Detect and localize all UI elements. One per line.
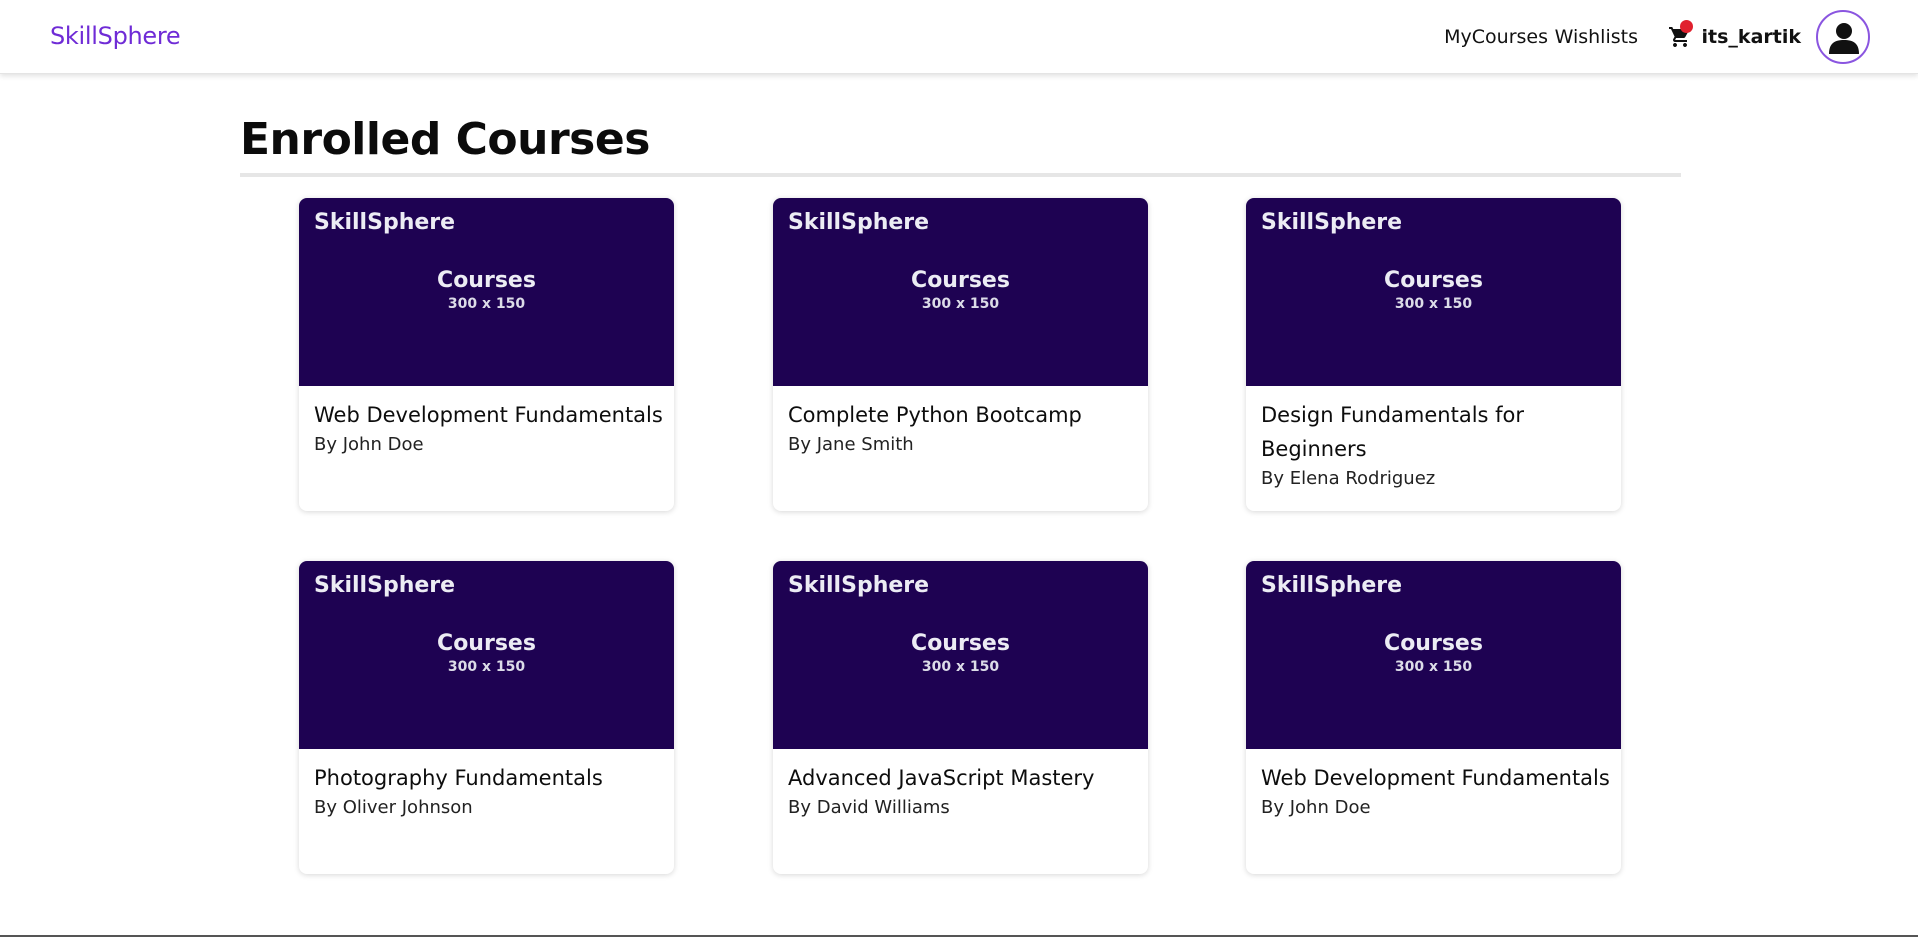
- top-navbar: SkillSphere MyCourses Wishlists its_kart…: [0, 0, 1918, 74]
- thumbnail-size: 300 x 150: [921, 659, 1000, 675]
- avatar-button[interactable]: [1816, 10, 1870, 64]
- thumbnail-size: 300 x 150: [921, 296, 1000, 312]
- thumbnail-brand: SkillSphere: [314, 210, 456, 235]
- thumbnail-size: 300 x 150: [1394, 659, 1473, 675]
- course-card[interactable]: SkillSphere Courses 300 x 150 Photograph…: [299, 561, 674, 874]
- thumbnail-brand: SkillSphere: [1261, 210, 1403, 235]
- thumbnail-label: Courses: [911, 631, 1010, 656]
- course-card[interactable]: SkillSphere Courses 300 x 150 Complete P…: [773, 198, 1148, 511]
- course-title[interactable]: Complete Python Bootcamp: [788, 398, 1138, 432]
- course-thumbnail: SkillSphere Courses 300 x 150: [1246, 561, 1621, 749]
- thumbnail-label: Courses: [911, 268, 1010, 293]
- user-icon: [1829, 23, 1859, 54]
- course-thumbnail: SkillSphere Courses 300 x 150: [299, 561, 674, 749]
- course-card[interactable]: SkillSphere Courses 300 x 150 Advanced J…: [773, 561, 1148, 874]
- thumbnail-label: Courses: [1384, 268, 1483, 293]
- brand-logo[interactable]: SkillSphere: [50, 22, 181, 50]
- course-author: By Oliver Johnson: [314, 797, 473, 818]
- thumbnail-label: Courses: [1384, 631, 1483, 656]
- thumbnail-label: Courses: [437, 268, 536, 293]
- thumbnail-size: 300 x 150: [1394, 296, 1473, 312]
- course-card[interactable]: SkillSphere Courses 300 x 150 Web Develo…: [299, 198, 674, 511]
- course-thumbnail: SkillSphere Courses 300 x 150: [773, 198, 1148, 386]
- thumbnail-size: 300 x 150: [447, 659, 526, 675]
- page-title: Enrolled Courses: [240, 114, 650, 165]
- nav-link-mycourses[interactable]: MyCourses: [1444, 26, 1548, 48]
- thumbnail-brand: SkillSphere: [314, 573, 456, 598]
- thumbnail-brand: SkillSphere: [788, 573, 930, 598]
- thumbnail-brand: SkillSphere: [1261, 573, 1403, 598]
- course-thumbnail: SkillSphere Courses 300 x 150: [773, 561, 1148, 749]
- username-label[interactable]: its_kartik: [1702, 26, 1801, 48]
- course-author: By John Doe: [1261, 797, 1371, 818]
- course-title[interactable]: Photography Fundamentals: [314, 761, 664, 795]
- course-title[interactable]: Web Development Fundamentals: [314, 398, 664, 432]
- course-title[interactable]: Design Fundamentals for Beginners: [1261, 398, 1551, 466]
- course-card[interactable]: SkillSphere Courses 300 x 150 Web Develo…: [1246, 561, 1621, 874]
- thumbnail-label: Courses: [437, 631, 536, 656]
- course-title[interactable]: Web Development Fundamentals: [1261, 761, 1611, 795]
- course-author: By Jane Smith: [788, 434, 914, 455]
- title-divider: [240, 173, 1681, 177]
- course-author: By Elena Rodriguez: [1261, 468, 1436, 489]
- course-card[interactable]: SkillSphere Courses 300 x 150 Design Fun…: [1246, 198, 1621, 511]
- course-thumbnail: SkillSphere Courses 300 x 150: [299, 198, 674, 386]
- course-thumbnail: SkillSphere Courses 300 x 150: [1246, 198, 1621, 386]
- course-author: By John Doe: [314, 434, 424, 455]
- nav-link-wishlists[interactable]: Wishlists: [1555, 26, 1638, 48]
- course-title[interactable]: Advanced JavaScript Mastery: [788, 761, 1138, 795]
- thumbnail-brand: SkillSphere: [788, 210, 930, 235]
- course-author: By David Williams: [788, 797, 950, 818]
- cart-notification-badge: [1680, 20, 1693, 33]
- thumbnail-size: 300 x 150: [447, 296, 526, 312]
